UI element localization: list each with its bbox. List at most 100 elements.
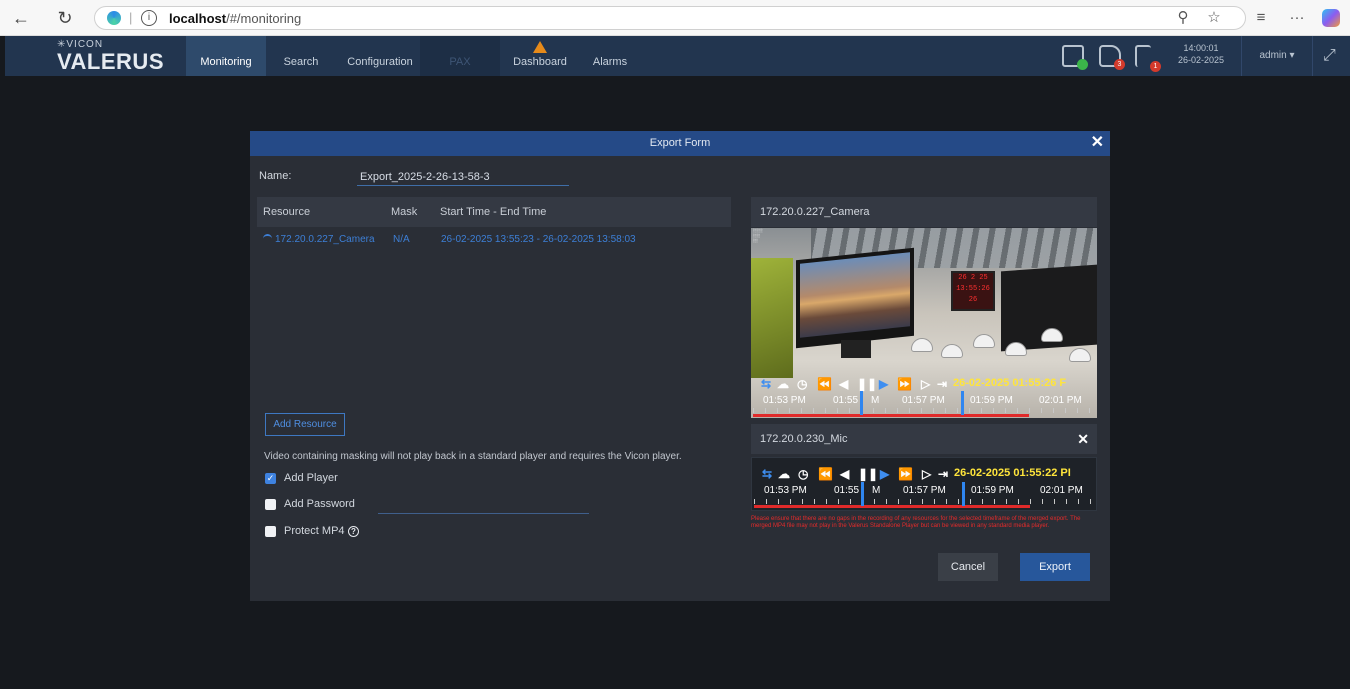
name-label: Name: (259, 170, 292, 182)
user-menu[interactable]: admin ▾ (1241, 36, 1313, 76)
site-info-icon[interactable]: i (141, 10, 157, 26)
address-bar[interactable]: | i localhost/#/monitoring (94, 6, 1246, 30)
dialog-header: Export Form ✕ (250, 131, 1110, 156)
add-password-label: Add Password (284, 498, 355, 510)
timeline-end-marker[interactable] (961, 391, 964, 415)
url-path: /#/monitoring (226, 11, 302, 26)
video-camera-dome (911, 338, 933, 352)
protect-mp4-checkbox[interactable] (265, 526, 276, 537)
zoom-icon[interactable]: ⚲ (1172, 7, 1194, 29)
video-clock-line-2: 13:55:26 (956, 285, 990, 293)
timeline-label: 01:53 PM (763, 395, 806, 406)
export-button[interactable]: Export (1020, 553, 1090, 581)
help-icon[interactable]: ? (348, 526, 359, 537)
nav-search[interactable]: Search (273, 36, 329, 76)
address-separator: | (129, 10, 133, 25)
more-menu-icon[interactable]: ··· (1286, 7, 1308, 29)
fast-forward-icon[interactable]: ⏩ (898, 466, 913, 482)
resource-name: 172.20.0.227_Camera (275, 234, 375, 245)
jump-to-end-icon[interactable]: ⇥ (937, 376, 947, 392)
timer-icon[interactable]: ◷ (798, 466, 808, 482)
url-host: localhost (169, 11, 227, 26)
masking-info-text: Video containing masking will not play b… (264, 451, 682, 462)
camera-video-preview[interactable]: 26 2 25 13:55:26 26 ░░░░ ░░░ ░░ ⇆ ☁ ◷ ⏪ ◀ … (751, 228, 1097, 418)
speed-icon[interactable]: ☁ (777, 376, 789, 392)
timeline-label: 01:59 PM (970, 395, 1013, 406)
password-field[interactable] (378, 498, 589, 514)
timeline-label: 02:01 PM (1039, 395, 1082, 406)
timeline-label: 01:55 (834, 485, 860, 496)
nav-monitoring[interactable]: Monitoring (186, 36, 266, 76)
refresh-icon[interactable]: ↻ (54, 7, 76, 29)
timeline-label: 01:59 PM (971, 485, 1014, 496)
timeline-label: 01:57 PM (902, 395, 945, 406)
cancel-button[interactable]: Cancel (938, 553, 998, 581)
url-text: localhost/#/monitoring (169, 11, 301, 26)
dialog-title: Export Form (649, 137, 711, 149)
jump-to-end-icon[interactable]: ⇥ (938, 466, 948, 482)
back-arrow-icon[interactable]: ← (10, 7, 32, 29)
export-status-icon[interactable]: 3 (1099, 45, 1125, 70)
copilot-icon[interactable] (1322, 9, 1340, 27)
dialog-close-icon[interactable]: ✕ (1091, 133, 1104, 153)
camera-timeline-labels: 01:53 PM 01:55 M 01:57 PM 01:59 PM 02:01… (763, 395, 1093, 407)
video-red-clock: 26 2 25 13:55:26 26 (951, 271, 995, 311)
favorite-star-icon[interactable]: ☆ (1203, 7, 1225, 29)
video-osd-text: ░░░░ ░░░ ░░ (753, 230, 763, 244)
loop-icon[interactable]: ⇆ (762, 466, 772, 482)
camera-timeline-ticks (753, 408, 1095, 413)
step-back-icon[interactable]: ◀ (839, 376, 848, 392)
nav-pax[interactable]: PAX (420, 36, 500, 76)
app-header: ✳VICON VALERUS Monitoring Search Configu… (5, 36, 1350, 76)
camera-resource-icon (263, 234, 272, 243)
step-forward-icon[interactable]: ▷ (921, 376, 930, 392)
video-camera-dome (973, 334, 995, 348)
export-name-input[interactable] (357, 169, 569, 186)
step-forward-icon[interactable]: ▷ (922, 466, 931, 482)
play-icon[interactable]: ▶ (879, 376, 888, 392)
timeline-label: M (872, 485, 881, 496)
timeline-label: M (871, 395, 880, 406)
mic-timeline-labels: 01:53 PM 01:55 M 01:57 PM 01:59 PM 02:01… (764, 485, 1094, 497)
fast-forward-icon[interactable]: ⏩ (897, 376, 912, 392)
step-back-icon[interactable]: ◀ (840, 466, 849, 482)
pause-icon[interactable]: ❚❚ (858, 466, 878, 482)
mic-playback-panel[interactable]: ⇆ ☁ ◷ ⏪ ◀ ❚❚ ▶ ⏩ ▷ ⇥ 26-02-2025 01:55:22… (751, 457, 1097, 511)
add-player-checkbox[interactable]: ✓ (265, 473, 276, 484)
pause-icon[interactable]: ❚❚ (857, 376, 877, 392)
protect-mp4-label: Protect MP4 (284, 525, 345, 537)
add-resource-button[interactable]: Add Resource (265, 413, 345, 436)
timer-icon[interactable]: ◷ (797, 376, 807, 392)
nav-configuration[interactable]: Configuration (340, 36, 420, 76)
mic-close-icon[interactable]: ✕ (1077, 431, 1089, 448)
speed-icon[interactable]: ☁ (778, 466, 790, 482)
warning-icon (533, 41, 547, 53)
resource-time: 26-02-2025 13:55:23 - 26-02-2025 13:58:0… (441, 234, 636, 245)
logo-valerus: VALERUS (57, 49, 164, 74)
nav-alarms[interactable]: Alarms (585, 36, 635, 76)
camera-panel-header: 172.20.0.227_Camera (751, 197, 1097, 227)
favorites-list-icon[interactable]: ≡ (1250, 7, 1272, 29)
resource-row[interactable]: 172.20.0.227_Camera N/A 26-02-2025 13:55… (257, 232, 731, 248)
health-monitor-icon[interactable] (1062, 45, 1088, 70)
mic-timestamp: 26-02-2025 01:55:22 PI (954, 467, 1071, 479)
video-clock-line-1: 26 2 25 (958, 274, 988, 282)
add-password-checkbox[interactable] (265, 499, 276, 510)
timeline-label: 01:57 PM (903, 485, 946, 496)
timeline-end-marker[interactable] (962, 482, 965, 506)
fullscreen-icon[interactable]: ⤢ (1323, 47, 1341, 65)
rewind-icon[interactable]: ⏪ (817, 376, 832, 392)
flag-icon[interactable]: 1 (1135, 45, 1161, 72)
video-monitor-stand (841, 340, 871, 358)
timeline-start-marker[interactable] (860, 391, 863, 415)
mic-panel-title: 172.20.0.230_Mic (760, 433, 848, 445)
clock: 14:00:01 26-02-2025 (1172, 42, 1230, 66)
timeline-label: 01:53 PM (764, 485, 807, 496)
play-icon[interactable]: ▶ (880, 466, 889, 482)
nav-dashboard[interactable]: Dashboard (500, 36, 580, 76)
rewind-icon[interactable]: ⏪ (818, 466, 833, 482)
timeline-start-marker[interactable] (861, 482, 864, 506)
col-time: Start Time - End Time (440, 206, 547, 218)
add-player-label: Add Player (284, 472, 338, 484)
loop-icon[interactable]: ⇆ (761, 376, 771, 392)
